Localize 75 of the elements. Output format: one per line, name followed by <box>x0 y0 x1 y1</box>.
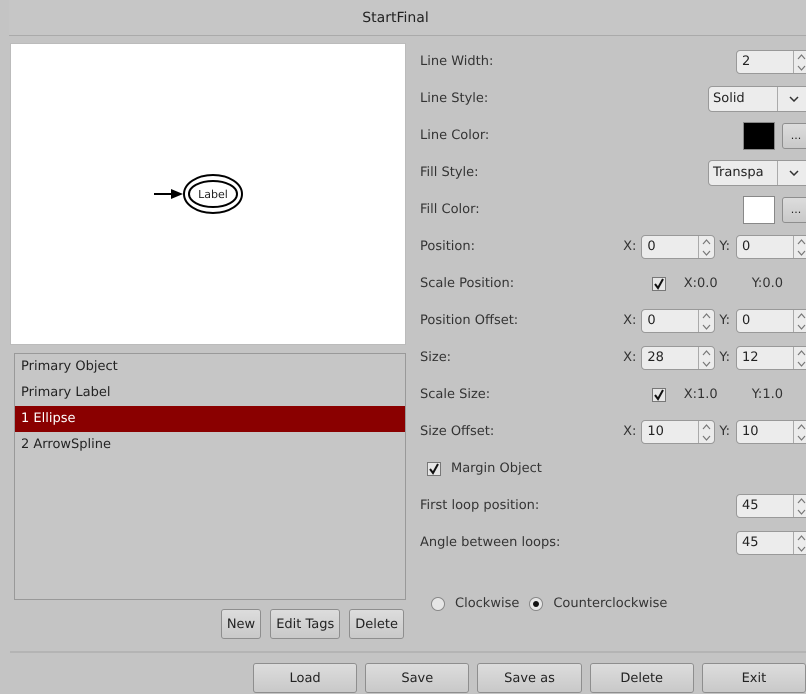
axis-label: Y: <box>719 239 730 254</box>
axis-label: Y: <box>719 313 730 328</box>
spin-box[interactable]: 0 <box>641 308 716 332</box>
field-label: Size Offset: <box>420 424 494 439</box>
scale-value: X:1.0 <box>684 387 719 402</box>
spin-box[interactable]: 0 <box>736 234 806 258</box>
radio-button[interactable] <box>529 596 544 610</box>
dialog-button[interactable]: Load <box>253 663 358 693</box>
dialog-button[interactable]: Save as <box>477 663 582 693</box>
axis-label: X: <box>623 239 636 254</box>
axis-label: X: <box>623 350 636 365</box>
field-label: Line Color: <box>420 128 490 143</box>
field-label: Scale Size: <box>420 387 490 402</box>
spinner-arrows-icon[interactable] <box>793 346 806 368</box>
list-item[interactable]: 1 Ellipse <box>15 406 405 432</box>
double-ellipse <box>183 174 243 214</box>
checkbox[interactable] <box>652 276 666 290</box>
checkbox-label: Margin Object <box>451 461 542 476</box>
field-label: Line Width: <box>420 54 494 69</box>
checkbox[interactable] <box>427 462 441 476</box>
dialog-button[interactable]: Save <box>365 663 470 693</box>
color-swatch[interactable] <box>743 196 775 224</box>
checkbox[interactable] <box>652 388 666 402</box>
scale-value: X:0.0 <box>684 276 719 291</box>
list-item[interactable]: Primary Label <box>15 380 405 406</box>
object-button[interactable]: New <box>220 609 262 639</box>
spin-box[interactable]: 45 <box>736 530 806 554</box>
dialog-button[interactable]: Exit <box>702 663 806 693</box>
spinner-arrows-icon[interactable] <box>793 420 806 442</box>
list-item[interactable]: 2 ArrowSpline <box>15 432 405 458</box>
field-label: First loop position: <box>420 498 540 513</box>
color-swatch[interactable] <box>743 122 775 150</box>
state-label: Label <box>198 188 228 201</box>
axis-label: X: <box>623 424 636 439</box>
spin-box[interactable]: 45 <box>736 494 806 518</box>
field-label: Fill Color: <box>420 202 480 217</box>
field-label: Size: <box>420 350 452 365</box>
field-label: Angle between loops: <box>420 535 560 550</box>
object-button[interactable]: Edit Tags <box>270 609 340 639</box>
dialog-button[interactable]: Delete <box>590 663 694 693</box>
spin-box[interactable]: 0 <box>736 308 806 332</box>
field-label: Scale Position: <box>420 276 514 291</box>
spinner-arrows-icon[interactable] <box>793 50 806 72</box>
chevron-down-icon[interactable] <box>788 96 798 102</box>
axis-label: Y: <box>719 350 730 365</box>
list-item[interactable]: Primary Object <box>15 354 405 380</box>
spinner-arrows-icon[interactable] <box>793 236 806 258</box>
spinner-arrows-icon[interactable] <box>793 310 806 332</box>
axis-label: Y: <box>719 424 730 439</box>
spin-box[interactable]: 10 <box>736 420 806 444</box>
radio-label: Clockwise <box>455 596 520 611</box>
scale-value: Y:1.0 <box>752 387 783 402</box>
object-button[interactable]: Delete <box>349 609 404 639</box>
spinner-arrows-icon[interactable] <box>793 532 806 554</box>
arrow <box>154 189 183 199</box>
chevron-down-icon[interactable] <box>788 170 798 176</box>
axis-label: X: <box>623 313 636 328</box>
spinner-arrows-icon[interactable] <box>793 494 806 516</box>
radio-label: Counterclockwise <box>553 596 668 611</box>
dropdown[interactable]: Transpa <box>708 160 806 186</box>
window-title: StartFinal <box>362 10 429 26</box>
scale-value: Y:0.0 <box>752 276 783 291</box>
spin-box[interactable]: 2 <box>736 50 806 74</box>
field-label: Position Offset: <box>420 313 518 328</box>
spin-box[interactable]: 12 <box>736 346 806 370</box>
spin-box[interactable]: 10 <box>641 420 716 444</box>
field-label: Position: <box>420 239 475 254</box>
spin-box[interactable]: 0 <box>641 234 716 258</box>
spin-box[interactable]: 28 <box>641 346 716 370</box>
radio-button[interactable] <box>431 596 445 610</box>
field-label: Line Style: <box>420 91 488 106</box>
dropdown[interactable]: Solid <box>708 86 806 112</box>
color-picker-button[interactable]: ... <box>782 122 806 148</box>
field-label: Fill Style: <box>420 165 479 180</box>
color-picker-button[interactable]: ... <box>782 196 806 222</box>
